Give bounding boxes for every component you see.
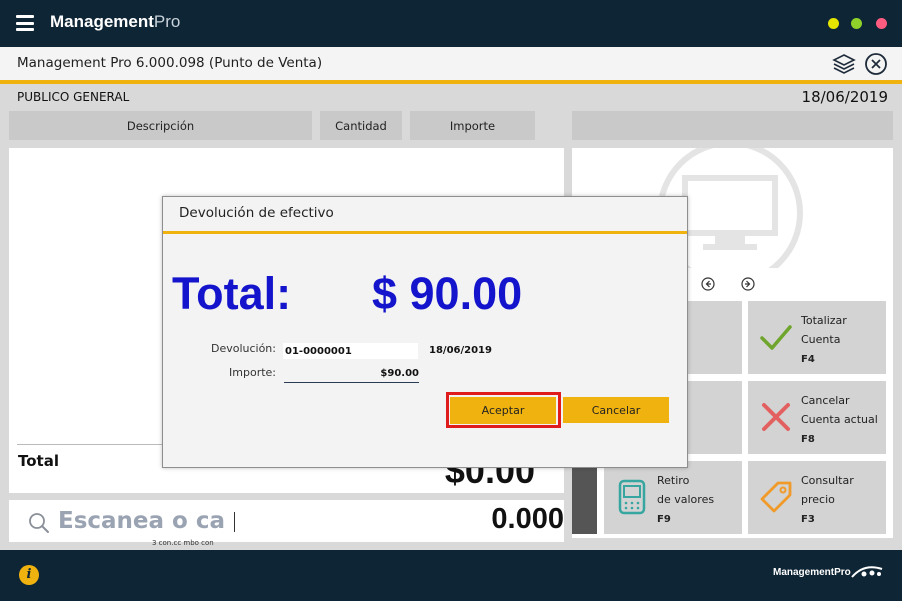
refund-number-field[interactable] — [283, 343, 418, 359]
window-title: Management Pro 6.000.098 (Punto de Venta… — [17, 55, 323, 71]
column-header-description[interactable]: Descripción — [9, 111, 312, 140]
dialog-total-label: Total: — [172, 268, 292, 319]
function-label: Retiro de valores F9 — [657, 474, 715, 525]
footer-brand: ManagementPro — [773, 567, 851, 578]
info-icon[interactable]: i — [19, 565, 39, 585]
dialog-title: Devolución de efectivo — [179, 205, 334, 221]
side-scroll-strip — [572, 460, 597, 534]
dialog-accent-line — [163, 231, 687, 234]
close-window-button[interactable] — [876, 18, 887, 29]
refund-date: 18/06/2019 — [429, 345, 492, 356]
check-price-button[interactable]: Consultar precio F3 — [748, 461, 886, 534]
total-label: Total — [18, 452, 59, 470]
app-footer-bar — [0, 550, 902, 601]
text-cursor — [234, 512, 235, 532]
client-name: PUBLICO GENERAL — [17, 90, 130, 104]
totalize-account-button[interactable]: Totalizar Cuenta F4 — [748, 301, 886, 374]
brand-logo-icon — [851, 566, 883, 578]
dialog-total-value: $ 90.00 — [372, 268, 523, 319]
quantity-value: 0.000 — [491, 503, 564, 535]
amount-underline — [284, 382, 419, 383]
column-header-quantity[interactable]: Cantidad — [320, 111, 402, 140]
check-icon — [760, 325, 792, 350]
layers-icon[interactable] — [832, 52, 856, 76]
column-header-blank — [572, 111, 893, 140]
cancel-button[interactable]: Cancelar — [563, 397, 669, 423]
amount-value: $90.00 — [380, 368, 419, 379]
minimize-button[interactable] — [828, 18, 839, 29]
app-brand: ManagementPro — [50, 12, 181, 31]
window-title-strip: Management Pro 6.000.098 (Punto de Venta… — [0, 47, 902, 80]
price-tag-icon — [760, 481, 792, 513]
cancel-current-account-button[interactable]: Cancelar Cuenta actual F8 — [748, 381, 886, 454]
arrow-right-icon[interactable] — [741, 277, 755, 291]
maximize-button[interactable] — [851, 18, 862, 29]
list-item-fragment: 3 con.cc mbo con — [152, 539, 214, 547]
refund-number-label: Devolución: — [210, 342, 276, 355]
arrow-left-icon[interactable] — [701, 277, 715, 291]
terminal-icon — [618, 479, 646, 515]
sale-date: 18/06/2019 — [801, 88, 888, 106]
search-icon — [29, 513, 49, 533]
scan-input[interactable] — [58, 504, 236, 538]
function-label: Cancelar Cuenta actual F8 — [801, 394, 878, 445]
x-mark-icon — [762, 403, 790, 431]
cash-withdrawal-button[interactable]: Retiro de valores F9 — [604, 461, 742, 534]
column-header-amount[interactable]: Importe — [410, 111, 535, 140]
accept-button[interactable]: Aceptar — [450, 397, 556, 424]
amount-label: Importe: — [229, 366, 276, 379]
function-label: Totalizar Cuenta F4 — [801, 314, 847, 365]
menu-icon[interactable] — [16, 15, 34, 31]
close-circle-icon[interactable] — [864, 52, 888, 76]
function-label: Consultar precio F3 — [801, 474, 854, 525]
refund-dialog — [162, 196, 688, 468]
